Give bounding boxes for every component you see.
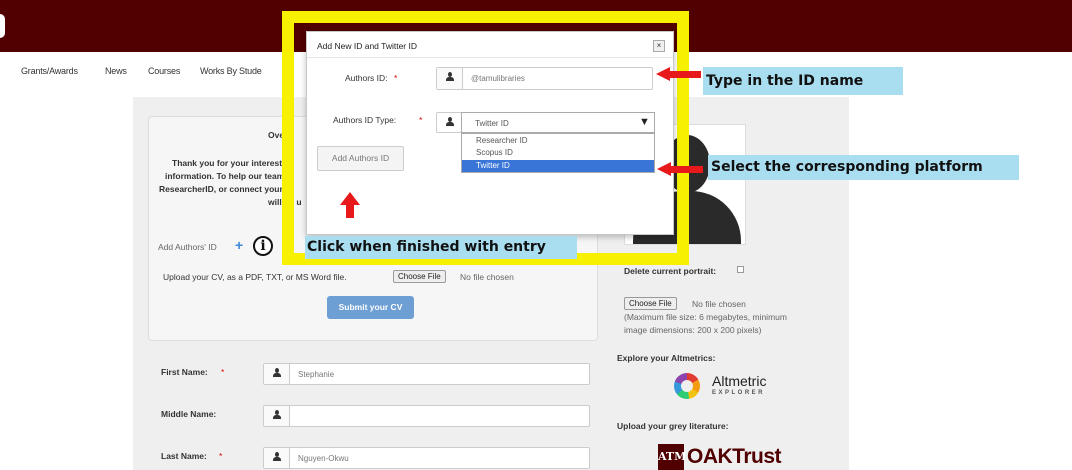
authors-id-type-label: Authors ID Type: xyxy=(333,115,397,125)
delete-portrait-label: Delete current portrait: xyxy=(624,266,717,276)
nav-item-news[interactable]: News xyxy=(105,66,127,76)
oaktrust-logo-text[interactable]: OAKTrust xyxy=(687,445,782,469)
tamu-logo-icon: ATM xyxy=(658,444,686,470)
authors-id-required-mark: * xyxy=(394,73,398,83)
submit-cv-button[interactable]: Submit your CV xyxy=(327,296,414,319)
nav-item-grants-awards[interactable]: Grants/Awards xyxy=(21,66,78,76)
user-icon xyxy=(272,410,282,421)
middle-name-label: Middle Name: xyxy=(161,409,217,419)
authors-id-value: @tamulibraries xyxy=(471,74,525,83)
plus-icon[interactable]: + xyxy=(235,237,243,253)
authors-id-type-value: Twitter ID xyxy=(475,119,509,128)
add-authors-id-button[interactable]: Add Authors ID xyxy=(317,146,404,171)
last-name-label: Last Name: xyxy=(161,451,207,461)
altmetric-explorer-sub: EXPLORER xyxy=(712,390,766,396)
user-icon xyxy=(445,117,455,128)
callout-click-finished: Click when finished with entry xyxy=(305,236,577,259)
file-size-hint-2: image dimensions: 200 x 200 pixels) xyxy=(624,325,762,335)
modal-title: Add New ID and Twitter ID xyxy=(317,41,417,51)
first-name-required-mark: * xyxy=(221,367,225,377)
intro-line-1: Thank you for your interest in xyxy=(172,158,292,168)
option-scopus-id[interactable]: Scopus ID xyxy=(462,147,654,159)
nav-item-works-by-students[interactable]: Works By Stude xyxy=(200,66,262,76)
modal-close-button[interactable]: × xyxy=(653,40,665,52)
last-name-required-mark: * xyxy=(219,451,223,461)
first-name-addon xyxy=(264,364,290,384)
cv-choose-file-button[interactable]: Choose File xyxy=(393,270,446,283)
page: Grants/Awards News Courses Works By Stud… xyxy=(0,0,1072,470)
last-name-addon xyxy=(264,448,290,468)
intro-line-3: ResearcherID, or connect your xyxy=(159,184,283,194)
callout-type-id: Type in the ID name xyxy=(703,67,903,95)
delete-portrait-checkbox[interactable] xyxy=(737,266,744,273)
info-icon: i xyxy=(253,236,273,256)
explore-altmetrics-label: Explore your Altmetrics: xyxy=(617,353,716,363)
authors-id-type-addon xyxy=(436,112,462,133)
user-icon xyxy=(445,72,455,83)
middle-name-addon xyxy=(264,406,290,426)
chevron-down-icon[interactable]: ▼ xyxy=(639,116,650,128)
callout-select-platform: Select the corresponding platform xyxy=(708,155,1019,180)
nav-item-courses[interactable]: Courses xyxy=(148,66,180,76)
altmetric-logo-icon[interactable] xyxy=(674,373,700,399)
grey-literature-label: Upload your grey literature: xyxy=(617,421,729,431)
option-researcher-id[interactable]: Researcher ID xyxy=(462,135,654,147)
authors-id-type-required-mark: * xyxy=(419,115,423,125)
intro-line-2: information. To help our team xyxy=(165,171,285,181)
middle-name-field[interactable] xyxy=(263,405,590,427)
modal-title-bar: Add New ID and Twitter ID × xyxy=(307,32,673,58)
altmetric-name[interactable]: Altmetric xyxy=(712,373,766,389)
user-icon xyxy=(272,452,282,463)
cv-no-file-text: No file chosen xyxy=(460,272,514,282)
first-name-value: Stephanie xyxy=(298,370,335,379)
last-name-value: Nguyen-Okwu xyxy=(298,454,349,463)
authors-id-addon xyxy=(437,68,463,89)
option-twitter-id[interactable]: Twitter ID xyxy=(462,160,654,172)
first-name-label: First Name: xyxy=(161,367,208,377)
last-name-field[interactable]: Nguyen-Okwu xyxy=(263,447,590,469)
portrait-choose-file-button[interactable]: Choose File xyxy=(624,297,677,310)
upload-cv-text: Upload your CV, as a PDF, TXT, or MS Wor… xyxy=(163,272,347,282)
first-name-field[interactable]: Stephanie xyxy=(263,363,590,385)
file-size-hint-1: (Maximum file size: 6 megabytes, minimum xyxy=(624,312,787,322)
authors-id-type-dropdown: Researcher ID Scopus ID Twitter ID xyxy=(461,133,655,173)
user-icon xyxy=(272,368,282,379)
authors-id-label: Authors ID: xyxy=(345,73,388,83)
banner-logo-fragment xyxy=(0,14,5,38)
authors-id-type-select[interactable]: Twitter ID ▼ xyxy=(461,112,655,133)
portrait-no-file-text: No file chosen xyxy=(692,299,746,309)
authors-id-input[interactable]: @tamulibraries xyxy=(436,67,653,90)
add-authors-id-label: Add Authors' ID xyxy=(158,242,217,252)
